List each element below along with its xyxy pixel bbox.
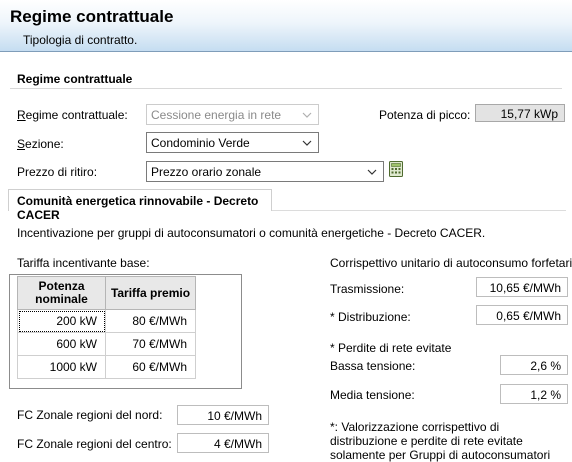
- regime-combobox: Cessione energia in rete: [146, 104, 319, 125]
- media-tensione-field[interactable]: 1,2 %: [500, 384, 568, 404]
- bassa-tensione-label: Bassa tensione:: [330, 359, 416, 373]
- prezzo-combobox[interactable]: Prezzo orario zonale: [146, 161, 384, 182]
- tariffa-table: Potenza nominale Tariffa premio 200 kW 8…: [17, 276, 196, 379]
- regime-label-rest: egime contrattuale:: [25, 108, 128, 122]
- bassa-tensione-field[interactable]: 2,6 %: [500, 355, 568, 375]
- section-divider: [10, 88, 562, 89]
- corrispettivo-title: Corrispettivo unitario di autoconsumo fo…: [330, 256, 572, 270]
- table-cell-tariffa[interactable]: 70 €/MWh: [105, 332, 196, 356]
- table-row[interactable]: 1000 kW 60 €/MWh: [17, 355, 196, 379]
- table-row[interactable]: 200 kW 80 €/MWh: [17, 309, 196, 333]
- table-cell-potenza[interactable]: 600 kW: [17, 332, 106, 356]
- table-cell-potenza[interactable]: 1000 kW: [17, 355, 106, 379]
- distribuzione-label: * Distribuzione:: [330, 310, 411, 324]
- header-subtitle: Tipologia di contratto.: [23, 33, 138, 47]
- trasmissione-label: Trasmissione:: [330, 282, 405, 296]
- perdite-label: * Perdite di rete evitate: [330, 341, 452, 355]
- media-tensione-label: Media tensione:: [330, 388, 415, 402]
- trasmissione-field[interactable]: 10,65 €/MWh: [476, 277, 568, 297]
- tab-cacer[interactable]: Comunità energetica rinnovabile - Decret…: [8, 189, 272, 222]
- fc-nord-field[interactable]: 10 €/MWh: [177, 405, 269, 425]
- calculator-icon[interactable]: [389, 161, 403, 177]
- potenza-field: 15,77 kWp: [475, 104, 565, 122]
- distribuzione-field[interactable]: 0,65 €/MWh: [476, 305, 568, 325]
- dialog-header: Regime contrattuale Tipologia di contrat…: [0, 0, 572, 52]
- table-cell-tariffa[interactable]: 60 €/MWh: [105, 355, 196, 379]
- sezione-combobox[interactable]: Condominio Verde: [146, 132, 319, 153]
- fc-nord-label: FC Zonale regioni del nord:: [17, 408, 163, 422]
- cacer-description: Incentivazione per gruppi di autoconsuma…: [17, 226, 486, 240]
- table-row[interactable]: 600 kW 70 €/MWh: [17, 332, 196, 356]
- tariffa-title: Tariffa incentivante base:: [17, 256, 150, 270]
- sezione-label-rest: ezione:: [25, 137, 64, 151]
- table-cell-potenza[interactable]: 200 kW: [17, 309, 106, 333]
- sezione-value: Condominio Verde: [151, 136, 250, 150]
- chevron-down-icon: [302, 112, 312, 118]
- sezione-label: Sezione:: [17, 137, 64, 151]
- fc-centro-label: FC Zonale regioni del centro:: [17, 437, 172, 451]
- prezzo-value: Prezzo orario zonale: [151, 165, 262, 179]
- table-header-potenza-label: Potenza nominale: [35, 279, 88, 306]
- regime-label: Regime contrattuale:: [17, 108, 128, 122]
- table-header-tariffa[interactable]: Tariffa premio: [105, 276, 196, 310]
- tab-divider: [272, 210, 566, 211]
- table-header-potenza[interactable]: Potenza nominale: [17, 276, 106, 310]
- regime-value: Cessione energia in rete: [151, 108, 282, 122]
- footnote: *: Valorizzazione corrispettivo di distr…: [330, 420, 551, 462]
- potenza-label: Potenza di picco:: [379, 108, 471, 122]
- header-title: Regime contrattuale: [10, 7, 174, 26]
- table-cell-tariffa[interactable]: 80 €/MWh: [105, 309, 196, 333]
- chevron-down-icon[interactable]: [367, 167, 377, 177]
- chevron-down-icon[interactable]: [302, 138, 312, 148]
- prezzo-label: Prezzo di ritiro:: [17, 165, 98, 179]
- fc-centro-field[interactable]: 4 €/MWh: [177, 433, 269, 453]
- section-title: Regime contrattuale: [17, 72, 133, 86]
